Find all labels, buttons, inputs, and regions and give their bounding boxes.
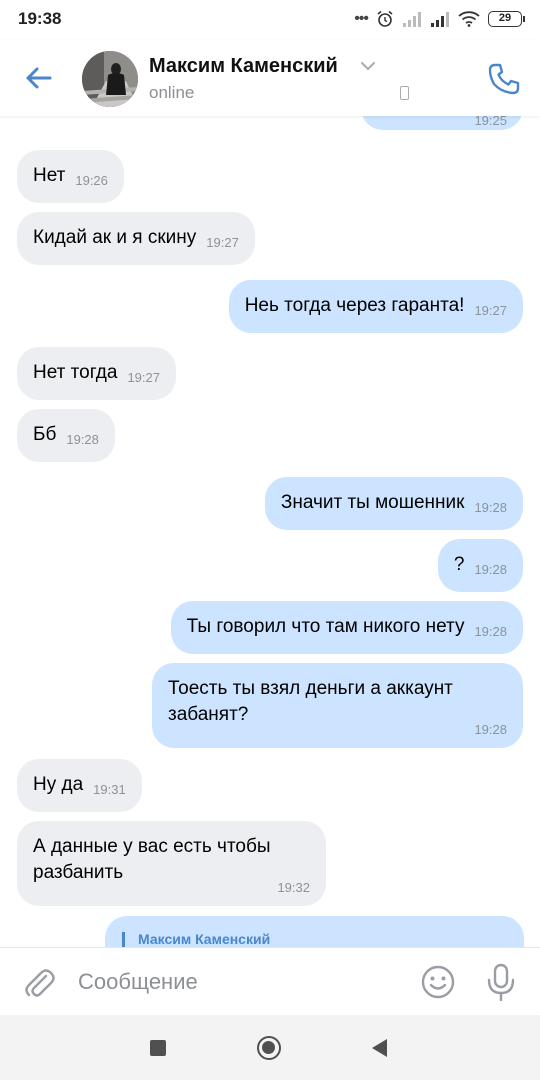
message-time: 19:26 — [75, 173, 108, 188]
message-text: Бб — [33, 424, 57, 445]
message-text: Нет — [33, 165, 66, 186]
message-bubble-out[interactable]: Ты говорил что там никого нету 19:28 — [170, 601, 523, 654]
message-time: 19:28 — [474, 562, 507, 577]
message-bubble-partial[interactable]: 19:25 — [361, 116, 523, 130]
reply-quote-bar — [122, 932, 125, 947]
message-bubble-out[interactable]: Тоесть ты взял деньги а аккаунт забанят?… — [152, 663, 523, 748]
message-text: Ну да — [33, 774, 84, 795]
system-nav-bar — [0, 1015, 540, 1080]
message-bubble-in[interactable]: Ну да 19:31 — [17, 759, 142, 812]
contact-name[interactable]: Максим Каменский — [149, 55, 338, 78]
reply-author-name: Максим Каменский — [138, 931, 271, 947]
message-bubble-in[interactable]: А данные у вас есть чтобы разбанить 19:3… — [17, 821, 326, 906]
status-time: 19:38 — [18, 9, 62, 28]
recent-apps-icon[interactable] — [150, 1040, 166, 1056]
message-text: ? — [453, 554, 465, 575]
message-bubble-out[interactable]: Значит ты мошенник 19:28 — [264, 477, 523, 530]
dots-icon: ••• — [354, 10, 369, 27]
back-arrow-icon[interactable] — [22, 62, 54, 94]
status-bar: 19:38 ••• 29 — [0, 0, 540, 40]
message-text: А данные у вас есть чтобы — [33, 836, 271, 857]
message-bubble-in[interactable]: Нет тогда 19:27 — [17, 347, 176, 400]
message-input[interactable] — [78, 966, 378, 998]
message-bubble-in[interactable]: Кидай ак и я скину 19:27 — [17, 212, 255, 265]
avatar[interactable] — [82, 51, 138, 107]
message-text: Тоесть ты взял деньги а аккаунт — [168, 678, 453, 699]
message-bubble-reply[interactable]: Максим Каменский — [105, 916, 524, 947]
paperclip-icon[interactable] — [20, 964, 58, 1002]
message-text: Значит ты мошенник — [280, 492, 465, 513]
message-time: 19:31 — [93, 782, 126, 797]
message-text: Неь тогда через гаранта! — [244, 295, 465, 316]
smile-icon[interactable] — [420, 964, 456, 1000]
message-time: 19:27 — [127, 370, 160, 385]
message-time: 19:27 — [474, 303, 507, 318]
message-time: 19:25 — [474, 116, 507, 128]
message-time: 19:28 — [474, 500, 507, 515]
message-time: 19:27 — [206, 235, 239, 250]
back-icon[interactable] — [372, 1039, 387, 1057]
message-text: Ты говорил что там никого нету — [186, 616, 465, 637]
chat-header: Максим Каменский online — [0, 40, 540, 116]
mobile-phone-icon — [400, 86, 409, 100]
message-list[interactable]: 19:25 Нет 19:26 Кидай ак и я скину 19:27 Н… — [0, 116, 540, 947]
message-time: 19:28 — [474, 624, 507, 639]
message-bubble-out[interactable]: ? 19:28 — [437, 539, 523, 592]
message-composer — [0, 947, 540, 1015]
message-text: Нет тогда — [33, 362, 118, 383]
battery-icon: 29 — [488, 11, 525, 27]
signal-icon — [403, 12, 421, 27]
message-bubble-in[interactable]: Нет 19:26 — [17, 150, 124, 203]
message-time: 19:28 — [474, 722, 507, 737]
status-icons: ••• 29 — [354, 10, 525, 28]
microphone-icon[interactable] — [484, 962, 518, 1002]
message-time: 19:28 — [66, 432, 99, 447]
message-bubble-in[interactable]: Бб 19:28 — [17, 409, 115, 462]
alarm-icon — [377, 10, 393, 27]
call-icon[interactable] — [485, 60, 523, 98]
signal-icon — [431, 12, 449, 27]
contact-status: online — [149, 83, 195, 102]
chevron-down-icon[interactable] — [360, 60, 376, 72]
message-text: Кидай ак и я скину — [33, 227, 197, 248]
message-bubble-out[interactable]: Неь тогда через гаранта! 19:27 — [228, 280, 523, 333]
wifi-icon — [458, 11, 480, 27]
home-icon[interactable] — [257, 1036, 281, 1060]
message-time: 19:32 — [277, 880, 310, 895]
